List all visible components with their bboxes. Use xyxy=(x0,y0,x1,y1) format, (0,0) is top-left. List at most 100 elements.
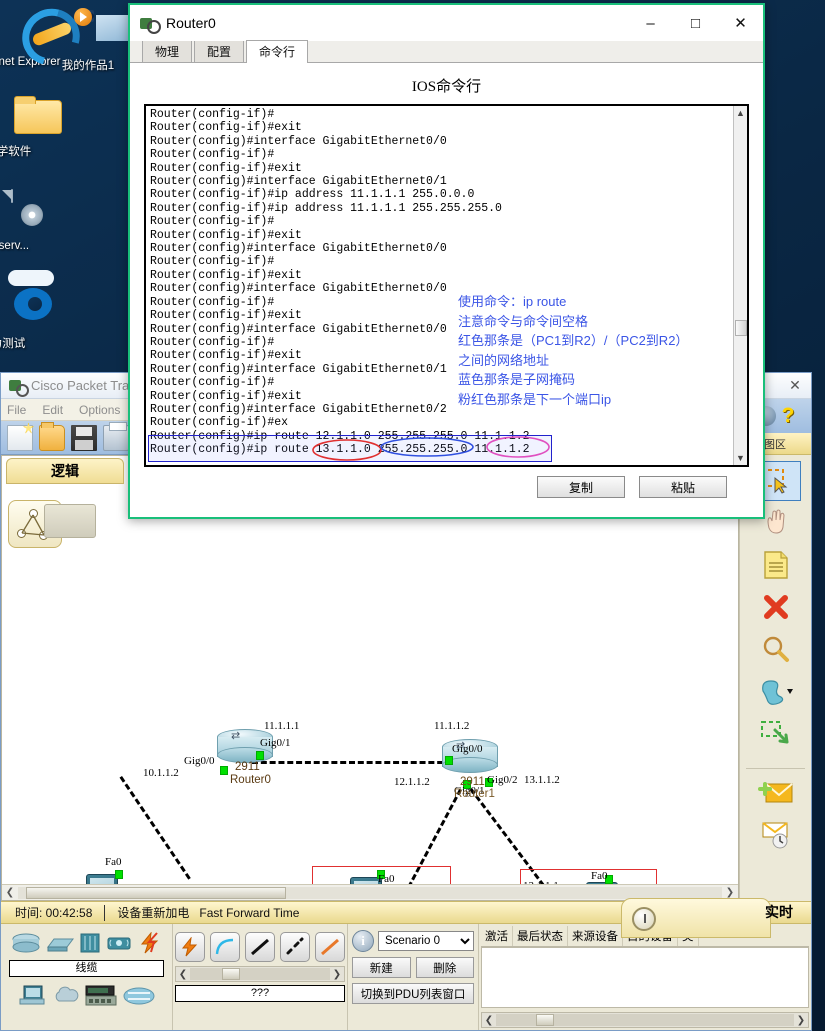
fast-forward-time-button[interactable]: Fast Forward Time xyxy=(199,906,299,920)
tab-physical[interactable]: 物理 xyxy=(142,40,193,62)
new-scenario-button[interactable]: 新建 xyxy=(352,957,411,978)
inspect-magnifier-icon[interactable] xyxy=(751,629,801,669)
cli-dialog-footer: 复制 粘贴 xyxy=(144,467,749,507)
label-router1-name: Router1 xyxy=(454,788,495,800)
switch-device-icon[interactable] xyxy=(45,933,75,953)
label-pc2-port: Fa0 xyxy=(591,870,608,882)
scenario-buttons-row: 新建 删除 xyxy=(352,957,474,978)
scroll-track[interactable] xyxy=(496,1014,794,1026)
console-cable-icon[interactable] xyxy=(210,932,240,962)
scroll-track[interactable] xyxy=(18,886,722,899)
router-device-icon[interactable] xyxy=(11,932,41,954)
menu-edit[interactable]: Edit xyxy=(42,403,63,417)
label-r1-gig01-ip: 12.1.1.2 xyxy=(394,776,430,788)
scroll-right-icon[interactable]: ❯ xyxy=(330,969,344,980)
cli-console-scrollbar[interactable]: ▲ ▼ xyxy=(733,106,747,465)
close-icon[interactable]: ✕ xyxy=(718,5,763,41)
copper-straight-cable-icon[interactable] xyxy=(245,932,275,962)
connections-lightning-icon[interactable] xyxy=(137,932,163,954)
device-panel-scrollbar[interactable]: ❮ ❯ xyxy=(175,966,345,982)
draw-shape-icon[interactable] xyxy=(751,671,801,711)
tab-config[interactable]: 配置 xyxy=(194,40,245,62)
desktop-icon-stress-test[interactable]: 力测试 xyxy=(0,288,56,351)
right-tool-panel xyxy=(739,455,811,901)
label-r1-gig00-ip: 11.1.1.2 xyxy=(434,720,470,732)
scroll-thumb[interactable] xyxy=(222,968,240,980)
note-tool-icon[interactable] xyxy=(751,545,801,585)
pdu-table-scrollbar[interactable]: ❮ ❯ xyxy=(481,1012,809,1028)
device-category-row-1 xyxy=(5,928,168,958)
cli-selection-highlight xyxy=(148,435,552,462)
menu-options[interactable]: Options xyxy=(79,403,120,417)
scroll-up-icon[interactable]: ▲ xyxy=(736,106,745,120)
paste-button[interactable]: 粘贴 xyxy=(639,476,727,498)
rack-server-icon[interactable] xyxy=(84,984,118,1008)
label-r1-gig02-port: Gig0/2 xyxy=(487,774,518,786)
question-mark-icon[interactable]: ? xyxy=(782,405,795,426)
info-icon: i xyxy=(352,930,374,952)
scroll-thumb[interactable] xyxy=(26,886,286,899)
cli-dialog-title: Router0 xyxy=(166,15,216,31)
network-topology-canvas[interactable]: ⇄ 11.1.1.1 Gig0/1 Gig0/0 10.1.1.2 2911 R… xyxy=(2,540,738,900)
scroll-left-icon[interactable]: ❮ xyxy=(2,887,18,898)
hub-device-icon[interactable] xyxy=(79,932,101,954)
multiuser-icon[interactable] xyxy=(122,985,156,1007)
link-router0-router1[interactable] xyxy=(252,761,452,764)
print-icon[interactable] xyxy=(103,421,129,451)
copper-crossover-cable-icon[interactable] xyxy=(280,932,310,962)
desktop-icon-software-folder[interactable]: 学软件 xyxy=(0,96,62,159)
port-indicator-r0-gig00 xyxy=(220,766,228,775)
cli-line: Router(config-if)#ip address 11.1.1.1 25… xyxy=(150,201,502,215)
delete-scenario-button[interactable]: 删除 xyxy=(415,957,474,978)
fiber-cable-icon[interactable] xyxy=(315,932,345,962)
logical-workspace[interactable]: 逻辑 ⇄ 11.1.1.1 Gig0/1 Gig0/0 10.1.1.2 291… xyxy=(1,455,739,901)
cli-line: Router(config-if)# xyxy=(150,215,275,229)
scroll-down-icon[interactable]: ▼ xyxy=(736,451,745,465)
scroll-track[interactable] xyxy=(190,968,330,980)
scroll-left-icon[interactable]: ❮ xyxy=(176,969,190,980)
cli-line: Router(config-if)#exit xyxy=(150,121,302,135)
desktop-icon-server-disc[interactable]: -serv... xyxy=(0,189,60,253)
power-cycle-devices-button[interactable]: 设备重新加电 xyxy=(117,904,189,921)
pdu-col-active[interactable]: 激活 xyxy=(481,926,513,946)
maximize-icon[interactable]: □ xyxy=(673,5,718,41)
pdu-col-source[interactable]: 来源设备 xyxy=(568,926,623,946)
tab-cli[interactable]: 命令行 xyxy=(246,40,309,63)
resize-shape-icon[interactable] xyxy=(751,713,801,753)
cli-line: Router(config-if)#exit xyxy=(150,161,302,175)
cli-window-buttons: – □ ✕ xyxy=(628,5,763,41)
desktop-icon-label: 我的作品1 xyxy=(61,60,115,72)
add-simple-pdu-icon[interactable] xyxy=(751,773,801,813)
cli-console-text[interactable]: Router(config-if)# Router(config-if)#exit… xyxy=(146,106,733,465)
scroll-thumb[interactable] xyxy=(734,320,747,336)
pdu-table-body[interactable] xyxy=(481,947,809,1008)
menu-file[interactable]: File xyxy=(7,403,26,417)
simulation-time: 时间: 00:42:58 xyxy=(15,906,93,920)
cli-console[interactable]: Router(config-if)# Router(config-if)#exit… xyxy=(144,104,749,467)
desktop-icon-my-work[interactable]: 我的作品1 xyxy=(40,8,136,73)
toggle-pdu-list-window-button[interactable]: 切换到PDU列表窗口 xyxy=(352,983,474,1004)
label-router1-model: 2911 xyxy=(460,776,485,788)
open-folder-icon[interactable] xyxy=(39,421,65,451)
end-devices-icon[interactable] xyxy=(18,984,48,1008)
save-icon[interactable] xyxy=(71,424,97,451)
pt-close-icon[interactable]: ✕ xyxy=(781,373,809,397)
delete-x-icon[interactable] xyxy=(751,587,801,627)
cloud-icon[interactable] xyxy=(52,986,80,1006)
scroll-right-icon[interactable]: ❯ xyxy=(794,1015,808,1026)
cli-line: Router(config-if)# xyxy=(150,148,275,162)
add-complex-pdu-icon[interactable] xyxy=(751,815,801,855)
scroll-thumb[interactable] xyxy=(536,1014,554,1026)
wireless-device-icon[interactable] xyxy=(105,932,133,954)
scroll-right-icon[interactable]: ❯ xyxy=(722,887,738,898)
copy-button[interactable]: 复制 xyxy=(537,476,625,498)
realtime-mode-panel[interactable] xyxy=(621,898,771,938)
pdu-col-last-status[interactable]: 最后状态 xyxy=(513,926,568,946)
logical-view-tab[interactable]: 逻辑 xyxy=(6,458,124,484)
link-router0-pc0[interactable] xyxy=(119,776,191,880)
scenario-dropdown[interactable]: Scenario 0 xyxy=(378,931,474,951)
auto-cable-lightning-icon[interactable] xyxy=(175,932,205,962)
scroll-left-icon[interactable]: ❮ xyxy=(482,1015,496,1026)
new-file-icon[interactable] xyxy=(7,424,33,451)
minimize-icon[interactable]: – xyxy=(628,5,673,41)
